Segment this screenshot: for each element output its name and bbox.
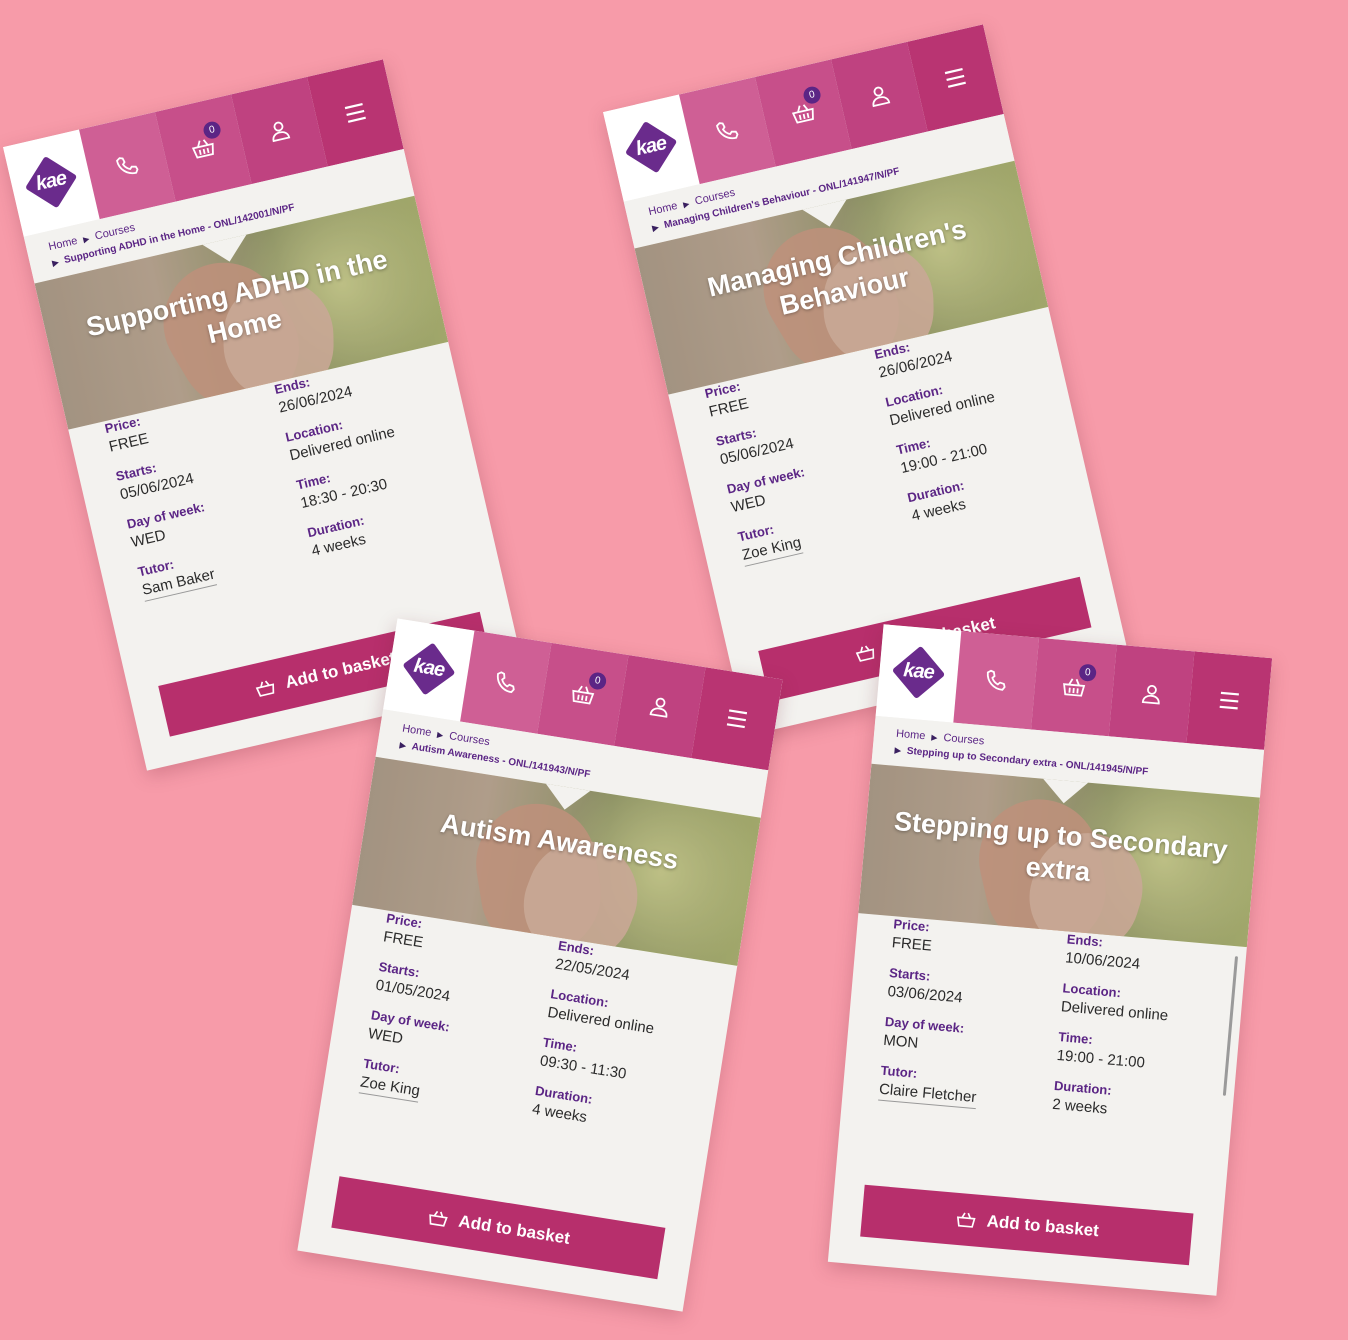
breadcrumb-separator-icon: ▶ [930, 732, 938, 743]
user-icon [1141, 684, 1160, 705]
basket-icon [855, 645, 875, 662]
basket-button[interactable]: 0 [1031, 637, 1117, 737]
breadcrumb-courses-link[interactable]: Courses [448, 730, 490, 748]
menu-button[interactable] [691, 667, 783, 771]
breadcrumb-separator-icon: ▶ [436, 730, 444, 740]
menu-icon [344, 103, 366, 123]
basket-button[interactable]: 0 [537, 642, 629, 746]
kae-logo: kae [398, 638, 460, 700]
basket-count-badge: 0 [1078, 663, 1097, 682]
breadcrumb-separator-icon: ▶ [82, 234, 91, 245]
basket-icon [429, 1210, 448, 1227]
account-button[interactable] [1108, 644, 1195, 744]
menu-icon [1219, 691, 1239, 710]
basket-icon [255, 680, 275, 697]
breadcrumb-separator-icon: ▶ [682, 199, 691, 210]
logo-link[interactable]: kae [875, 624, 962, 723]
phone-icon [496, 671, 515, 694]
kae-logo: kae [19, 150, 84, 215]
tutor-link[interactable]: Zoe King [358, 1073, 422, 1103]
phone-icon [116, 157, 139, 175]
phone-icon [986, 669, 1006, 691]
breadcrumb-home-link[interactable]: Home [896, 728, 926, 743]
user-icon [272, 121, 291, 143]
user-icon [649, 697, 668, 718]
logo-link[interactable]: kae [383, 618, 475, 722]
breadcrumb-home-link[interactable]: Home [647, 200, 678, 218]
basket-icon [956, 1212, 976, 1228]
phone-button[interactable] [460, 630, 552, 734]
menu-button[interactable] [1186, 651, 1273, 750]
tutor-link[interactable]: Claire Fletcher [878, 1080, 977, 1110]
breadcrumb-home-link[interactable]: Home [401, 723, 432, 739]
account-button[interactable] [614, 655, 706, 759]
phone-button[interactable] [953, 631, 1040, 730]
add-to-basket-label: Add to basket [985, 1211, 1100, 1241]
breadcrumb-home-link[interactable]: Home [47, 235, 78, 253]
kae-logo: kae [619, 115, 684, 180]
course-card-3: kae 0 Home ▶ Courses ▶ Autism Awareness - O… [297, 618, 783, 1312]
phone-icon [716, 122, 739, 140]
breadcrumb-courses-link[interactable]: Courses [943, 732, 985, 748]
breadcrumb-separator-icon: ▶ [651, 222, 660, 233]
add-to-basket-label: Add to basket [457, 1211, 572, 1248]
breadcrumb-separator-icon: ▶ [399, 740, 407, 751]
course-card-4: kae 0 Home ▶ Courses ▶ Stepping up to Secon… [827, 624, 1273, 1296]
user-icon [872, 86, 891, 108]
breadcrumb-separator-icon: ▶ [51, 257, 60, 268]
add-to-basket-label: Add to basket [283, 648, 398, 692]
breadcrumb-separator-icon: ▶ [894, 745, 902, 756]
kae-logo: kae [889, 643, 948, 702]
menu-icon [726, 709, 748, 729]
menu-icon [944, 68, 966, 88]
course-details: Price: FREE Starts: 03/06/2024 Day of we… [836, 913, 1247, 1206]
course-card-2: kae 0 Home ▶ Courses ▶ Managing Children's … [603, 24, 1127, 736]
